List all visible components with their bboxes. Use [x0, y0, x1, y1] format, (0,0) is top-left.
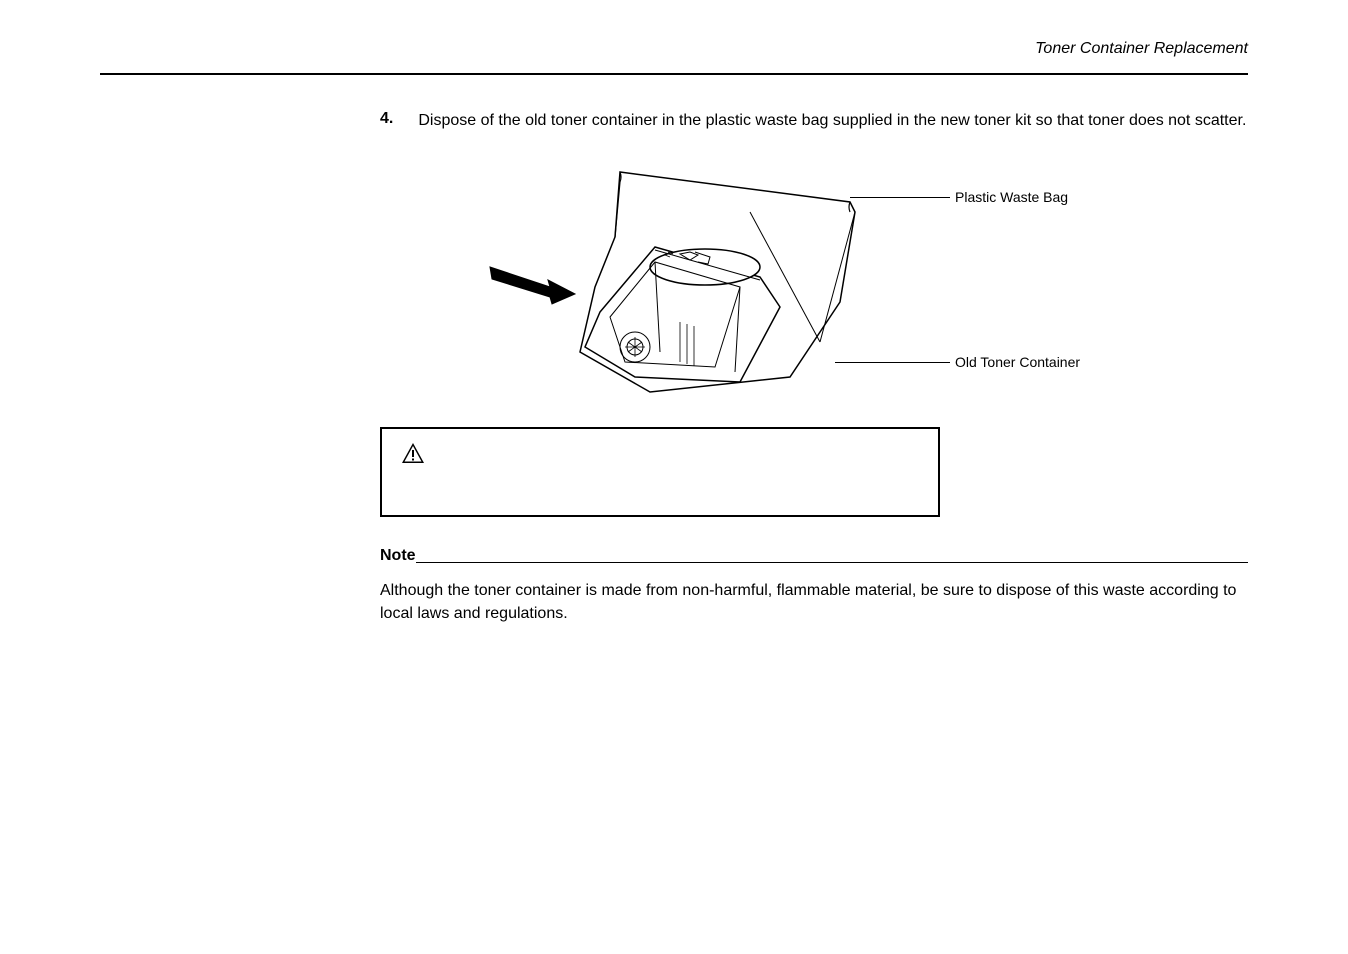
- note-heading: Note: [380, 547, 1248, 565]
- note-label: Note: [380, 547, 416, 565]
- label-line-container: [835, 362, 950, 363]
- label-bag: Plastic Waste Bag: [955, 189, 1068, 205]
- note-text: Although the toner container is made fro…: [380, 580, 1248, 625]
- step-row: 4. Dispose of the old toner container in…: [380, 110, 1248, 132]
- label-container: Old Toner Container: [955, 354, 1080, 370]
- section-title: Toner Container Replacement: [1035, 40, 1248, 57]
- step-number: 4.: [380, 110, 393, 132]
- warning-icon: [400, 444, 426, 471]
- caution-box: [380, 427, 940, 517]
- label-line-bag: [850, 197, 950, 198]
- main-content: 4. Dispose of the old toner container in…: [100, 110, 1248, 625]
- step-text: Dispose of the old toner container in th…: [418, 110, 1246, 132]
- toner-bag-diagram: [480, 152, 860, 402]
- note-underline: [416, 562, 1248, 563]
- page-header: Toner Container Replacement: [100, 40, 1248, 75]
- diagram-container: Plastic Waste Bag Old Toner Container: [380, 152, 1248, 402]
